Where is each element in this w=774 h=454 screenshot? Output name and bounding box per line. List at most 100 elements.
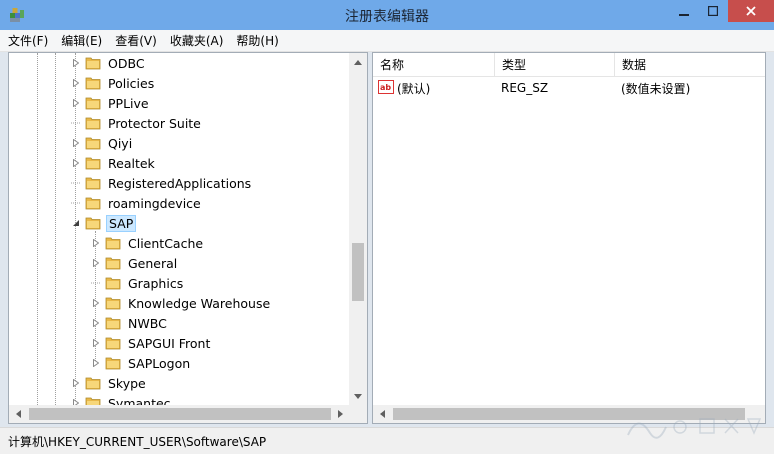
- expand-arrow-icon[interactable]: [71, 158, 81, 168]
- window-title: 注册表编辑器: [345, 9, 429, 25]
- folder-icon: [85, 397, 101, 405]
- status-path: 计算机\HKEY_CURRENT_USER\Software\SAP: [8, 435, 267, 449]
- scroll-left-arrow-icon[interactable]: [376, 408, 388, 420]
- folder-icon: [85, 377, 101, 390]
- folder-icon: [85, 177, 101, 190]
- tree-item-label: ClientCache: [128, 235, 204, 251]
- tree-connector: [71, 178, 81, 188]
- tree-connector: [91, 278, 101, 288]
- folder-icon: [85, 97, 101, 110]
- tree-item-label: Skype: [108, 375, 146, 391]
- expand-arrow-icon[interactable]: [91, 338, 101, 348]
- scroll-left-arrow-icon[interactable]: [12, 408, 24, 420]
- tree-item-label: Protector Suite: [108, 115, 201, 131]
- tree-item[interactable]: Qiyi: [71, 133, 134, 153]
- tree-item-label: NWBC: [128, 315, 167, 331]
- menu-bar: 文件(F) 编辑(E) 查看(V) 收藏夹(A) 帮助(H): [0, 30, 774, 52]
- tree-item[interactable]: ClientCache: [91, 233, 205, 253]
- folder-icon: [105, 277, 121, 290]
- scroll-up-arrow-icon[interactable]: [352, 56, 364, 68]
- maximize-icon: [708, 6, 718, 16]
- folder-icon: [85, 57, 101, 70]
- tree-item[interactable]: Protector Suite: [71, 113, 203, 133]
- tree-item[interactable]: PPLive: [71, 93, 151, 113]
- tree-connector: [71, 118, 81, 128]
- expand-arrow-icon[interactable]: [71, 98, 81, 108]
- registry-values-pane[interactable]: 名称 类型 数据 ab (默认) REG_SZ (数值未设置): [372, 52, 766, 424]
- tree-item[interactable]: NWBC: [91, 313, 169, 333]
- tree-item-label: SAPLogon: [128, 355, 191, 371]
- tree-item[interactable]: roamingdevice: [71, 193, 203, 213]
- value-name: (默认): [397, 81, 431, 96]
- tree-item[interactable]: ODBC: [71, 53, 147, 73]
- menu-view[interactable]: 查看(V): [115, 32, 157, 49]
- tree-view[interactable]: ODBC Policies PPLive Protector Suite Qiyi Rea…: [9, 53, 349, 405]
- menu-favorites[interactable]: 收藏夹(A): [170, 32, 224, 49]
- column-header-type[interactable]: 类型: [495, 53, 615, 77]
- tree-item[interactable]: RegisteredApplications: [71, 173, 253, 193]
- expand-arrow-icon[interactable]: [71, 138, 81, 148]
- folder-icon: [85, 157, 101, 170]
- tree-item[interactable]: SAPGUI Front: [91, 333, 212, 353]
- collapse-arrow-icon[interactable]: [71, 218, 81, 228]
- watermark-logo-icon: [627, 418, 762, 439]
- tree-horizontal-scrollbar[interactable]: [9, 405, 349, 423]
- expand-arrow-icon[interactable]: [71, 78, 81, 88]
- registry-tree-pane[interactable]: ODBC Policies PPLive Protector Suite Qiyi Rea…: [8, 52, 368, 424]
- tree-item[interactable]: SAPLogon: [91, 353, 192, 373]
- expand-arrow-icon[interactable]: [91, 298, 101, 308]
- tree-item[interactable]: Symantec: [71, 393, 173, 405]
- tree-item[interactable]: Graphics: [91, 273, 185, 293]
- tree-item-label: Qiyi: [108, 135, 133, 151]
- close-button[interactable]: [728, 0, 774, 22]
- tree-item[interactable]: Policies: [71, 73, 156, 93]
- tree-item-label: Policies: [108, 75, 155, 91]
- tree-vertical-scroll-thumb[interactable]: [352, 243, 364, 301]
- scroll-down-arrow-icon[interactable]: [352, 390, 364, 402]
- tree-vertical-scrollbar[interactable]: [349, 53, 367, 405]
- tree-item[interactable]: Realtek: [71, 153, 157, 173]
- close-icon: [746, 6, 756, 16]
- scroll-right-arrow-icon[interactable]: [334, 408, 346, 420]
- tree-item-label: RegisteredApplications: [108, 175, 252, 191]
- folder-icon: [105, 297, 121, 310]
- maximize-button[interactable]: [700, 0, 726, 22]
- folder-icon: [105, 257, 121, 270]
- list-header: 名称 类型 数据: [373, 53, 765, 77]
- expand-arrow-icon[interactable]: [71, 58, 81, 68]
- folder-icon: [105, 337, 121, 350]
- column-header-data[interactable]: 数据: [615, 53, 765, 77]
- value-type: REG_SZ: [501, 81, 549, 95]
- expand-arrow-icon[interactable]: [91, 318, 101, 328]
- folder-icon: [85, 77, 101, 90]
- folder-icon: [105, 237, 121, 250]
- minimize-icon: [679, 14, 689, 16]
- minimize-button[interactable]: [670, 0, 698, 22]
- tree-item-label: PPLive: [108, 95, 149, 111]
- string-value-icon: ab: [378, 80, 394, 94]
- tree-item-label: Realtek: [108, 155, 155, 171]
- tree-connector: [71, 198, 81, 208]
- expand-arrow-icon[interactable]: [71, 398, 81, 405]
- tree-item[interactable]: SAP: [71, 213, 137, 233]
- folder-open-icon: [85, 217, 101, 230]
- value-row[interactable]: ab (默认) REG_SZ (数值未设置): [373, 78, 765, 98]
- tree-item-label: Graphics: [128, 275, 184, 291]
- expand-arrow-icon[interactable]: [71, 378, 81, 388]
- tree-horizontal-scroll-thumb[interactable]: [29, 408, 331, 420]
- menu-edit[interactable]: 编辑(E): [61, 32, 102, 49]
- svg-text:ab: ab: [380, 83, 391, 92]
- tree-item[interactable]: Skype: [71, 373, 148, 393]
- column-header-name[interactable]: 名称: [373, 53, 495, 77]
- tree-item-label: General: [128, 255, 178, 271]
- menu-help[interactable]: 帮助(H): [236, 32, 278, 49]
- expand-arrow-icon[interactable]: [91, 238, 101, 248]
- tree-item-label: roamingdevice: [108, 195, 201, 211]
- expand-arrow-icon[interactable]: [91, 258, 101, 268]
- title-bar[interactable]: 注册表编辑器: [0, 0, 774, 30]
- expand-arrow-icon[interactable]: [91, 358, 101, 368]
- tree-item[interactable]: Knowledge Warehouse: [91, 293, 272, 313]
- menu-file[interactable]: 文件(F): [8, 32, 48, 49]
- folder-icon: [85, 117, 101, 130]
- tree-item[interactable]: General: [91, 253, 179, 273]
